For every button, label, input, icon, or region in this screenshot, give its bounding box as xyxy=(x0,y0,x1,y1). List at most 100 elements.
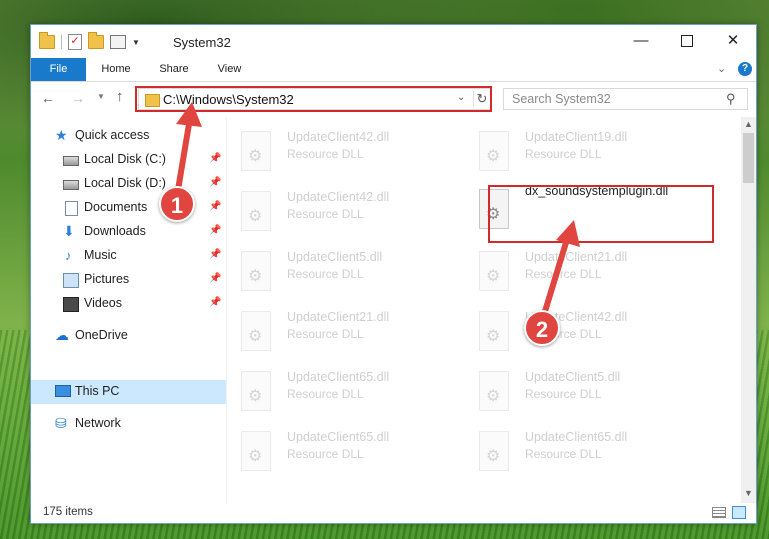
maximize-icon xyxy=(681,35,693,48)
search-icon[interactable]: ⚲ xyxy=(726,91,736,107)
gear-icon: ⚙ xyxy=(486,148,501,165)
dll-file-icon: ⚙ xyxy=(241,251,271,291)
sidebar-item-local-disk-c[interactable]: Local Disk (C:) 📌 xyxy=(31,148,226,172)
recent-locations-chevron-icon[interactable]: ▼ xyxy=(97,92,105,101)
back-arrow-icon[interactable]: ← xyxy=(41,90,55,106)
search-box[interactable]: Search System32 ⚲ xyxy=(503,88,748,110)
pin-icon: 📌 xyxy=(209,153,222,164)
sidebar-item-onedrive[interactable]: ☁ OneDrive xyxy=(31,324,226,348)
scroll-up-icon[interactable]: ▲ xyxy=(744,119,753,129)
gear-icon: ⚙ xyxy=(248,268,263,285)
list-item[interactable]: ⚙ UpdateClient5.dll Resource DLL xyxy=(227,243,447,299)
new-folder-icon[interactable] xyxy=(88,32,104,49)
list-item[interactable]: ⚙ UpdateClient42.dll Resource DLL xyxy=(227,123,447,179)
list-item[interactable]: ⚙ UpdateClient42.dll Resource DLL xyxy=(227,183,447,239)
details-view-icon[interactable] xyxy=(712,507,726,518)
toolbar-separator xyxy=(61,35,62,49)
sidebar-item-label: Music xyxy=(84,248,117,262)
list-item[interactable]: ⚙ UpdateClient65.dll Resource DLL xyxy=(227,423,447,479)
vertical-scrollbar[interactable]: ▲ ▼ xyxy=(741,117,756,503)
sidebar-item-documents[interactable]: Documents 📌 xyxy=(31,196,226,220)
sidebar-item-label: Pictures xyxy=(84,272,130,286)
dll-file-icon: ⚙ xyxy=(479,189,509,229)
gear-icon: ⚙ xyxy=(486,328,501,345)
sidebar-item-music[interactable]: ♪ Music 📌 xyxy=(31,244,226,268)
sidebar-item-local-disk-d[interactable]: Local Disk (D:) 📌 xyxy=(31,172,226,196)
step-1-badge: 1 xyxy=(159,186,195,222)
video-icon xyxy=(63,297,79,312)
tab-home[interactable]: Home xyxy=(91,58,141,81)
dll-file-icon: ⚙ xyxy=(241,371,271,411)
list-item[interactable]: ⚙ UpdateClient65.dll Resource DLL xyxy=(227,363,447,419)
up-arrow-icon[interactable]: ↑ xyxy=(116,88,124,105)
customize-icon[interactable] xyxy=(110,35,126,49)
file-name: UpdateClient65.dll xyxy=(525,430,628,444)
properties-check-icon[interactable]: ✓ xyxy=(68,34,82,50)
sidebar-item-this-pc[interactable]: This PC xyxy=(31,380,226,404)
help-icon[interactable]: ? xyxy=(738,62,752,76)
drive-icon xyxy=(63,180,79,190)
address-dropdown-chevron-icon[interactable]: ⌄ xyxy=(457,92,465,103)
chevron-down-icon[interactable]: ▼ xyxy=(132,38,140,47)
pin-icon: 📌 xyxy=(209,201,222,212)
quick-access-toolbar: ✓ ▼ xyxy=(39,32,140,50)
file-name: UpdateClient65.dll xyxy=(287,370,390,384)
file-list: ⚙ UpdateClient42.dll Resource DLL ⚙ Upda… xyxy=(227,117,741,503)
sidebar-item-label: Documents xyxy=(84,200,148,214)
close-button[interactable]: ✕ xyxy=(710,25,756,57)
folder-icon xyxy=(39,32,55,49)
sidebar-item-label: Local Disk (D:) xyxy=(84,176,166,190)
forward-arrow-icon[interactable]: → xyxy=(71,90,85,106)
scrollbar-thumb[interactable] xyxy=(743,133,754,183)
tab-file[interactable]: File xyxy=(31,58,86,81)
list-item[interactable]: ⚙ UpdateClient42.dll Resource DLL xyxy=(465,303,685,359)
search-placeholder[interactable]: Search System32 xyxy=(512,92,611,106)
pin-icon: 📌 xyxy=(209,297,222,308)
gear-icon: ⚙ xyxy=(248,388,263,405)
document-icon xyxy=(65,201,78,216)
maximize-button[interactable] xyxy=(664,25,710,57)
dll-file-icon: ⚙ xyxy=(479,251,509,291)
gear-icon: ⚙ xyxy=(248,148,263,165)
file-name: UpdateClient21.dll xyxy=(525,250,628,264)
sidebar-item-downloads[interactable]: ⬇ Downloads 📌 xyxy=(31,220,226,244)
sidebar-item-label: OneDrive xyxy=(75,328,128,342)
list-item-dx-soundsystemplugin[interactable]: ⚙ dx_soundsystemplugin.dll xyxy=(465,181,685,237)
file-type: Resource DLL xyxy=(525,147,602,161)
minimize-button[interactable]: — xyxy=(618,25,664,57)
gear-icon: ⚙ xyxy=(486,448,501,465)
refresh-icon[interactable]: ↻ xyxy=(473,91,490,107)
pin-icon: 📌 xyxy=(209,249,222,260)
sidebar-item-pictures[interactable]: Pictures 📌 xyxy=(31,268,226,292)
address-bar[interactable]: C:\Windows\System32 ⌄ ↻ xyxy=(138,88,491,110)
file-name: dx_soundsystemplugin.dll xyxy=(525,184,669,198)
large-icons-view-icon[interactable] xyxy=(732,506,746,519)
list-item[interactable]: ⚙ UpdateClient19.dll Resource DLL xyxy=(465,123,685,179)
tab-share[interactable]: Share xyxy=(149,58,199,81)
download-icon: ⬇ xyxy=(63,223,75,239)
file-type: Resource DLL xyxy=(287,267,364,281)
list-item[interactable]: ⚙ UpdateClient65.dll Resource DLL xyxy=(465,423,685,479)
expand-ribbon-chevron-icon[interactable]: ⌄ xyxy=(717,62,726,75)
sidebar-item-quick-access[interactable]: ★ Quick access xyxy=(31,124,226,148)
status-bar: 175 items xyxy=(31,503,756,523)
address-path[interactable]: C:\Windows\System32 xyxy=(163,92,294,107)
list-item[interactable]: ⚙ UpdateClient21.dll Resource DLL xyxy=(465,243,685,299)
window-title: System32 xyxy=(173,35,231,50)
file-name: UpdateClient21.dll xyxy=(287,310,390,324)
list-item[interactable]: ⚙ UpdateClient5.dll Resource DLL xyxy=(465,363,685,419)
sidebar-item-videos[interactable]: Videos 📌 xyxy=(31,292,226,316)
pin-icon: 📌 xyxy=(209,177,222,188)
gear-icon: ⚙ xyxy=(486,206,501,223)
pin-icon: 📌 xyxy=(209,225,222,236)
scroll-down-icon[interactable]: ▼ xyxy=(744,488,753,498)
pin-icon: 📌 xyxy=(209,273,222,284)
star-icon: ★ xyxy=(55,127,68,143)
tab-view[interactable]: View xyxy=(207,58,252,81)
sidebar-item-network[interactable]: ⛁ Network xyxy=(31,412,226,436)
file-name: UpdateClient5.dll xyxy=(525,370,621,384)
drive-icon xyxy=(63,156,79,166)
dll-file-icon: ⚙ xyxy=(241,131,271,171)
list-item[interactable]: ⚙ UpdateClient21.dll Resource DLL xyxy=(227,303,447,359)
dll-file-icon: ⚙ xyxy=(241,191,271,231)
